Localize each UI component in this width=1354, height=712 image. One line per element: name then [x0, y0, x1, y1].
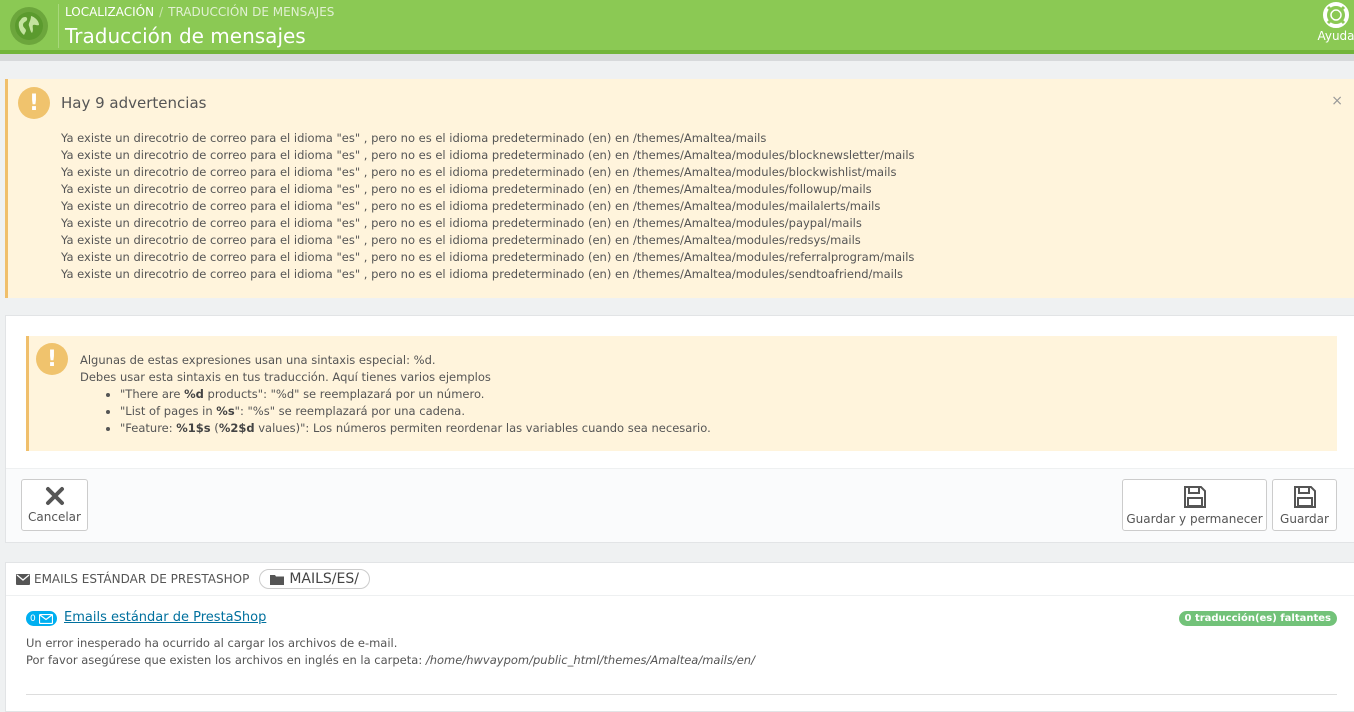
- header-shadow: [0, 54, 1354, 61]
- example-item: "List of pages in %s": "%s" se reemplaza…: [120, 403, 711, 420]
- floppy-disk-icon: [1293, 486, 1316, 508]
- mail-error-message: Un error inesperado ha ocurrido al carga…: [26, 635, 755, 669]
- exclamation-icon: !: [36, 343, 68, 375]
- mails-heading-label: EMAILS ESTÁNDAR DE PRESTASHOP: [34, 572, 250, 586]
- warning-item: Ya existe un direcotrio de correo para e…: [61, 233, 861, 247]
- mail-count: 0: [30, 613, 36, 624]
- warning-item: Ya existe un direcotrio de correo para e…: [61, 250, 915, 264]
- warning-item: Ya existe un direcotrio de correo para e…: [61, 182, 872, 196]
- warning-item: Ya existe un direcotrio de correo para e…: [61, 131, 767, 145]
- floppy-disk-icon: [1183, 486, 1206, 508]
- save-button[interactable]: Guardar: [1272, 479, 1337, 531]
- mails-panel-heading: EMAILS ESTÁNDAR DE PRESTASHOP MAILS/ES/: [16, 569, 370, 589]
- close-icon: [45, 487, 64, 505]
- translation-form-panel: ! Algunas de estas expresiones usan una …: [5, 315, 1354, 543]
- close-icon[interactable]: ×: [1331, 93, 1343, 109]
- syntax-examples: "There are %d products": "%d" se reempla…: [120, 386, 711, 437]
- form-footer: Cancelar Guardar y permanecer Guardar: [6, 468, 1354, 542]
- warnings-alert: ! Hay 9 advertencias × Ya existe un dire…: [5, 79, 1354, 298]
- cancel-button[interactable]: Cancelar: [21, 479, 88, 531]
- save-label: Guardar: [1280, 512, 1329, 526]
- example-item: "There are %d products": "%d" se reempla…: [120, 386, 711, 403]
- mail-count-badge: 0: [26, 611, 57, 626]
- example-item: "Feature: %1$s (%2$d values)": Los númer…: [120, 420, 711, 437]
- divider: [6, 595, 1354, 596]
- cancel-label: Cancelar: [28, 510, 81, 524]
- breadcrumb-current: TRADUCCIÓN DE MENSAJES: [168, 5, 335, 19]
- envelope-icon: [38, 613, 53, 624]
- info-line-2: Debes usar esta sintaxis en tus traducci…: [80, 370, 491, 384]
- page-title: Traducción de mensajes: [65, 24, 306, 48]
- warning-item: Ya existe un direcotrio de correo para e…: [61, 267, 904, 281]
- missing-translations-badge: 0 traducción(es) faltantes: [1178, 611, 1337, 626]
- warnings-title: Hay 9 advertencias: [61, 94, 207, 112]
- folder-path-label: MAILS/ES/: [289, 571, 359, 587]
- error-path: /home/hwvaypom/public_html/themes/Amalte…: [425, 653, 755, 667]
- error-line-1: Un error inesperado ha ocurrido al carga…: [26, 636, 398, 650]
- globe-icon: [10, 7, 48, 45]
- warning-item: Ya existe un direcotrio de correo para e…: [61, 216, 862, 230]
- syntax-info-text: Algunas de estas expresiones usan una si…: [80, 352, 711, 437]
- folder-path-pill: MAILS/ES/: [259, 569, 370, 589]
- save-and-stay-button[interactable]: Guardar y permanecer: [1122, 479, 1267, 531]
- folder-icon: [270, 574, 285, 585]
- breadcrumb-separator: /: [159, 5, 164, 19]
- warning-item: Ya existe un direcotrio de correo para e…: [61, 199, 881, 213]
- warning-item: Ya existe un direcotrio de correo para e…: [61, 148, 915, 162]
- lifebuoy-icon: [1323, 2, 1349, 28]
- help-label: Ayuda: [1317, 29, 1354, 43]
- breadcrumb-localizacion[interactable]: LOCALIZACIÓN: [65, 5, 154, 19]
- page-header: LOCALIZACIÓN / TRADUCCIÓN DE MENSAJES Trad…: [0, 0, 1354, 54]
- header-divider: [58, 4, 59, 48]
- warning-item: Ya existe un direcotrio de correo para e…: [61, 165, 897, 179]
- info-line-1: Algunas de estas expresiones usan una si…: [80, 353, 436, 367]
- breadcrumb: LOCALIZACIÓN / TRADUCCIÓN DE MENSAJES: [65, 5, 334, 19]
- syntax-info-alert: ! Algunas de estas expresiones usan una …: [26, 336, 1337, 451]
- exclamation-icon: !: [18, 87, 50, 119]
- error-line-2: Por favor asegúrese que existen los arch…: [26, 653, 755, 667]
- mails-panel: EMAILS ESTÁNDAR DE PRESTASHOP MAILS/ES/ …: [5, 562, 1354, 712]
- divider: [26, 694, 1337, 695]
- standard-emails-link[interactable]: Emails estándar de PrestaShop: [64, 610, 266, 625]
- help-button[interactable]: Ayuda: [1316, 2, 1354, 43]
- save-and-stay-label: Guardar y permanecer: [1126, 512, 1263, 526]
- envelope-icon: [16, 573, 30, 585]
- warnings-list: Ya existe un direcotrio de correo para e…: [61, 130, 915, 283]
